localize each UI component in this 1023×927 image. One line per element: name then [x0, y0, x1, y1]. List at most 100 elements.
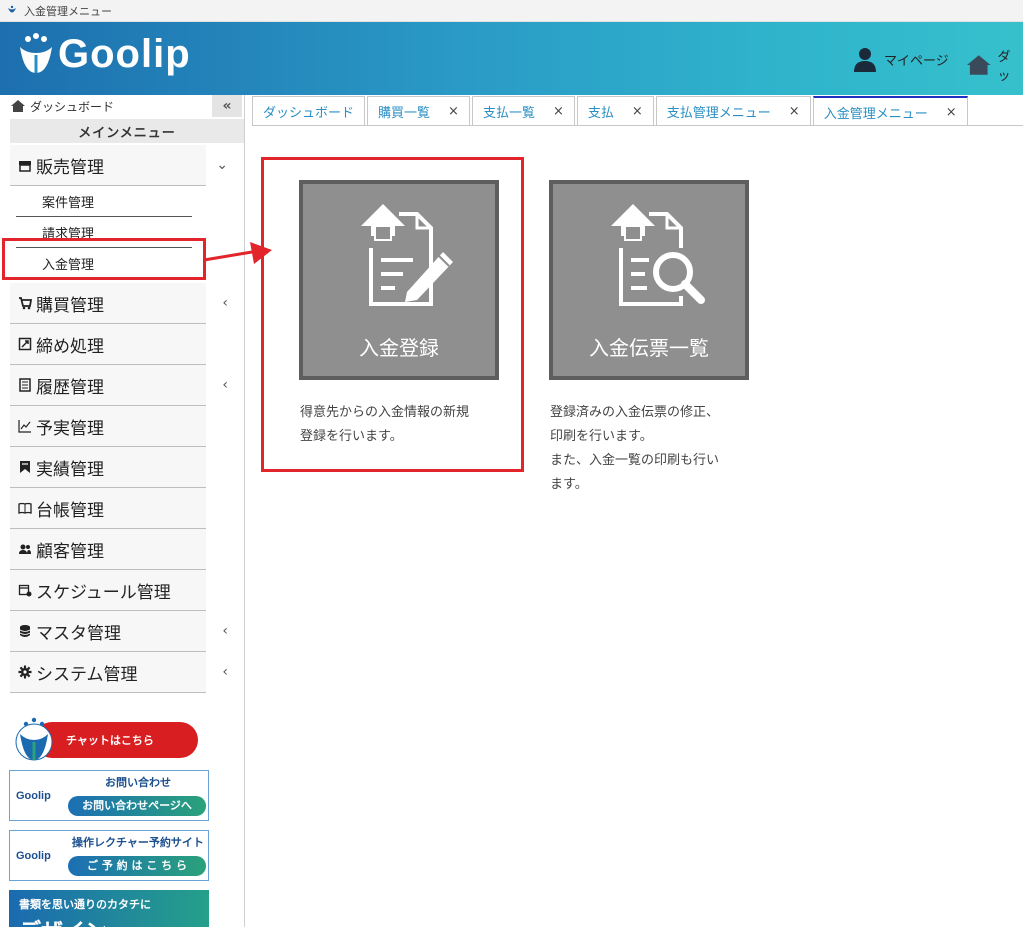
tab-payment-management-menu[interactable]: 支払管理メニュー ×: [655, 96, 811, 126]
close-icon[interactable]: ×: [448, 104, 459, 119]
tile-label: 入金登録: [359, 336, 439, 360]
sidebar-item-label: マスタ管理: [36, 623, 121, 644]
sidebar-item-results[interactable]: 実績管理: [10, 447, 206, 488]
sidebar-item-sales[interactable]: 販売管理 ⌄: [10, 145, 228, 186]
tab-bar: ダッシュボード 購買一覧 × 支払一覧 × 支払 × 支払管理メニュー × 入金…: [252, 96, 970, 126]
lecture-banner-logo: Goolip: [16, 850, 51, 862]
sidebar-item-label: 締め処理: [36, 336, 104, 357]
sidebar-item-label: 実績管理: [36, 459, 104, 480]
tab-label: ダッシュボード: [263, 106, 355, 121]
sidebar-item-closing[interactable]: 締め処理: [10, 324, 206, 365]
bookmark-icon: [20, 461, 30, 473]
mypage-link[interactable]: マイページ: [852, 46, 949, 72]
inquiry-banner-logo: Goolip: [16, 790, 51, 802]
chevron-left-icon: ‹: [222, 295, 228, 311]
tulip-logo-icon: [20, 32, 52, 73]
receipt-slip-list-description: 登録済みの入金伝票の修正、 印刷を行います。 また、入金一覧の印刷も行い ます。: [550, 401, 719, 497]
history-icon: [19, 378, 31, 392]
close-icon[interactable]: ×: [632, 104, 643, 119]
user-icon: [854, 48, 876, 72]
description-line: 得意先からの入金情報の新規: [300, 405, 470, 420]
design-banner[interactable]: 書類を思い通りのカタチに デザイン: [9, 890, 209, 927]
mypage-label: マイページ: [884, 53, 949, 69]
book-icon: [18, 502, 32, 514]
close-icon[interactable]: ×: [553, 104, 564, 119]
header-dashboard-link[interactable]: ダッ: [966, 46, 1023, 84]
sidebar-item-history[interactable]: 履歴管理 ‹: [10, 365, 228, 406]
main-menu-heading: メインメニュー: [10, 119, 244, 143]
sidebar-subitem-projects[interactable]: 案件管理: [10, 186, 206, 217]
lecture-banner[interactable]: Goolip 操作レクチャー予約サイト ご 予 約 は こ ち ら: [9, 830, 209, 881]
sidebar-item-budget[interactable]: 予実管理: [10, 406, 206, 447]
sidebar-subitem-label: 案件管理: [42, 196, 95, 211]
window-titlebar: 入金管理メニュー: [0, 0, 1023, 22]
home-icon: [966, 55, 991, 75]
tab-divider: [252, 125, 1023, 126]
chart-icon: [18, 420, 31, 433]
chat-banner-label: チャットはこちら: [66, 734, 154, 747]
close-icon[interactable]: ×: [946, 105, 957, 120]
description-line: 印刷を行います。: [550, 429, 653, 444]
chevron-down-icon: ⌄: [216, 157, 228, 173]
inquiry-banner-button[interactable]: お問い合わせページへ: [68, 796, 206, 816]
chevron-left-icon: ‹: [222, 623, 228, 639]
annotation-highlight-payments: [2, 238, 206, 280]
payment-edit-icon: [361, 204, 453, 306]
tab-label: 支払: [587, 106, 614, 121]
description-line: また、入金一覧の印刷も行い: [550, 453, 720, 468]
header-dashboard-label: ダッ: [997, 50, 1011, 84]
users-icon: [19, 544, 31, 554]
inquiry-banner[interactable]: Goolip お問い合わせ お問い合わせページへ: [9, 770, 209, 821]
description-line: 登録を行います。: [300, 429, 403, 444]
sidebar-item-label: 予実管理: [36, 418, 104, 439]
tab-label: 支払管理メニュー: [666, 106, 771, 121]
tab-payment-list[interactable]: 支払一覧 ×: [471, 96, 575, 126]
sidebar-item-schedule[interactable]: スケジュール管理: [10, 570, 206, 611]
tile-label: 入金伝票一覧: [589, 336, 709, 360]
payment-search-icon: [611, 204, 705, 306]
inquiry-banner-title: お問い合わせ: [105, 776, 171, 789]
lecture-banner-button[interactable]: ご 予 約 は こ ち ら: [68, 856, 206, 876]
tab-label: 購買一覧: [378, 106, 431, 121]
tab-payment[interactable]: 支払 ×: [576, 96, 654, 126]
calendar-icon: [18, 584, 32, 597]
receipt-slip-list-tile[interactable]: 入金伝票一覧: [549, 180, 749, 380]
sidebar-item-label: システム管理: [36, 664, 138, 685]
sidebar-item-purchasing[interactable]: 購買管理 ‹: [10, 283, 228, 324]
design-banner-line2: デザイン: [19, 914, 209, 927]
sidebar-item-ledger[interactable]: 台帳管理: [10, 488, 206, 529]
sidebar-item-label: スケジュール管理: [36, 582, 171, 603]
tab-receipt-management-menu[interactable]: 入金管理メニュー ×: [812, 96, 968, 126]
goolip-logo[interactable]: Goolip: [16, 32, 191, 77]
sidebar-item-label: 台帳管理: [36, 500, 104, 521]
tab-purchase-list[interactable]: 購買一覧 ×: [367, 96, 470, 126]
lecture-banner-title: 操作レクチャー予約サイト: [72, 836, 204, 849]
sidebar-collapse-button[interactable]: «: [212, 95, 242, 117]
app-icon: [8, 5, 16, 12]
window-title: 入金管理メニュー: [24, 4, 112, 18]
sidebar-item-label: 履歴管理: [36, 377, 104, 398]
chevron-left-icon: ‹: [222, 664, 228, 680]
logo-text: Goolip: [58, 32, 191, 76]
tab-label: 入金管理メニュー: [823, 106, 928, 122]
sidebar-item-customers[interactable]: 顧客管理: [10, 529, 206, 570]
sidebar-item-master[interactable]: マスタ管理 ‹: [10, 611, 228, 652]
sidebar-menu: 販売管理 ⌄ 案件管理 請求管理 入金管理 購買管理 ‹ 締め処理 履歴管理 ‹: [10, 145, 228, 693]
gear-icon: [18, 665, 32, 679]
receipt-registration-tile[interactable]: 入金登録: [299, 180, 499, 380]
tab-dashboard[interactable]: ダッシュボード: [252, 96, 366, 126]
chat-banner[interactable]: チャットはこちら: [14, 716, 200, 762]
app-header: Goolip マイページ ダッ: [0, 22, 1023, 95]
receipt-registration-description: 得意先からの入金情報の新規 登録を行います。: [300, 401, 469, 449]
home-icon: [11, 100, 25, 112]
sidebar-item-label: 販売管理: [36, 157, 104, 178]
description-line: 登録済みの入金伝票の修正、: [550, 405, 720, 420]
design-banner-line1: 書類を思い通りのカタチに: [19, 898, 151, 911]
tab-label: 支払一覧: [482, 106, 535, 121]
sidebar-item-system[interactable]: システム管理 ‹: [10, 652, 228, 693]
store-icon: [19, 161, 31, 172]
sidebar-dashboard-label: ダッシュボード: [30, 99, 115, 114]
sidebar-dashboard-link[interactable]: ダッシュボード: [0, 95, 244, 117]
chevron-left-icon: ‹: [222, 377, 228, 393]
close-icon[interactable]: ×: [789, 104, 800, 119]
